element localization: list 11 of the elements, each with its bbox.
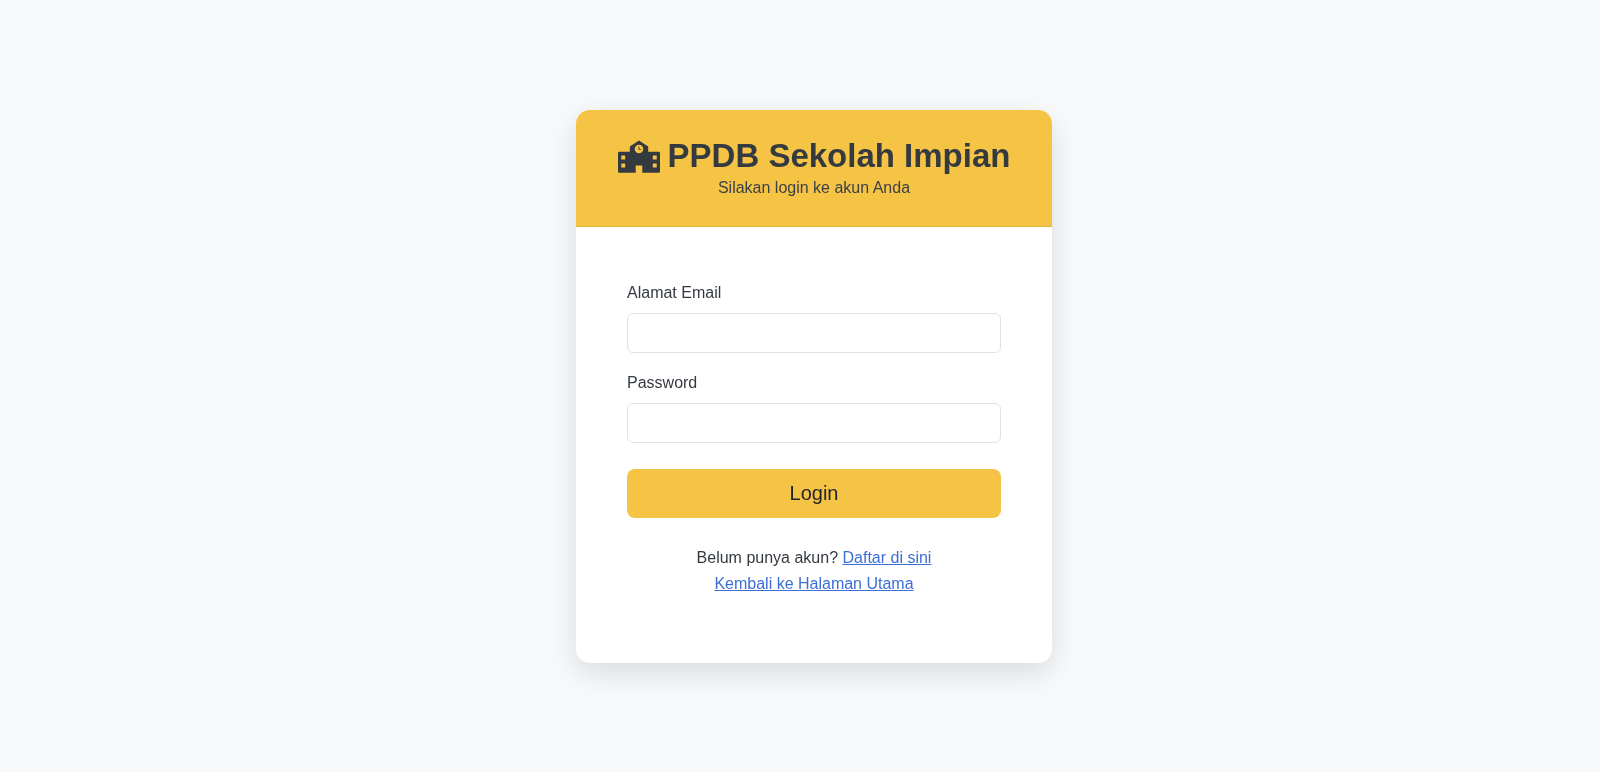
field-label: Alamat Email [627, 282, 723, 303]
page-title: PPDB Sekolah Impian [667, 135, 1011, 176]
school-icon [617, 138, 660, 173]
home-link[interactable]: Kembali ke Halaman Utama [714, 570, 914, 597]
register-link[interactable]: Daftar di sini [842, 548, 932, 566]
field-label: Password [627, 372, 699, 393]
page-subtitle: Silakan login ke akun Anda [717, 177, 911, 198]
input-field[interactable] [627, 312, 1001, 353]
input-field[interactable] [627, 402, 1001, 443]
register-prompt: Belum punya akun? Daftar di sini [696, 547, 932, 568]
login-button[interactable]: Login [627, 468, 1001, 518]
